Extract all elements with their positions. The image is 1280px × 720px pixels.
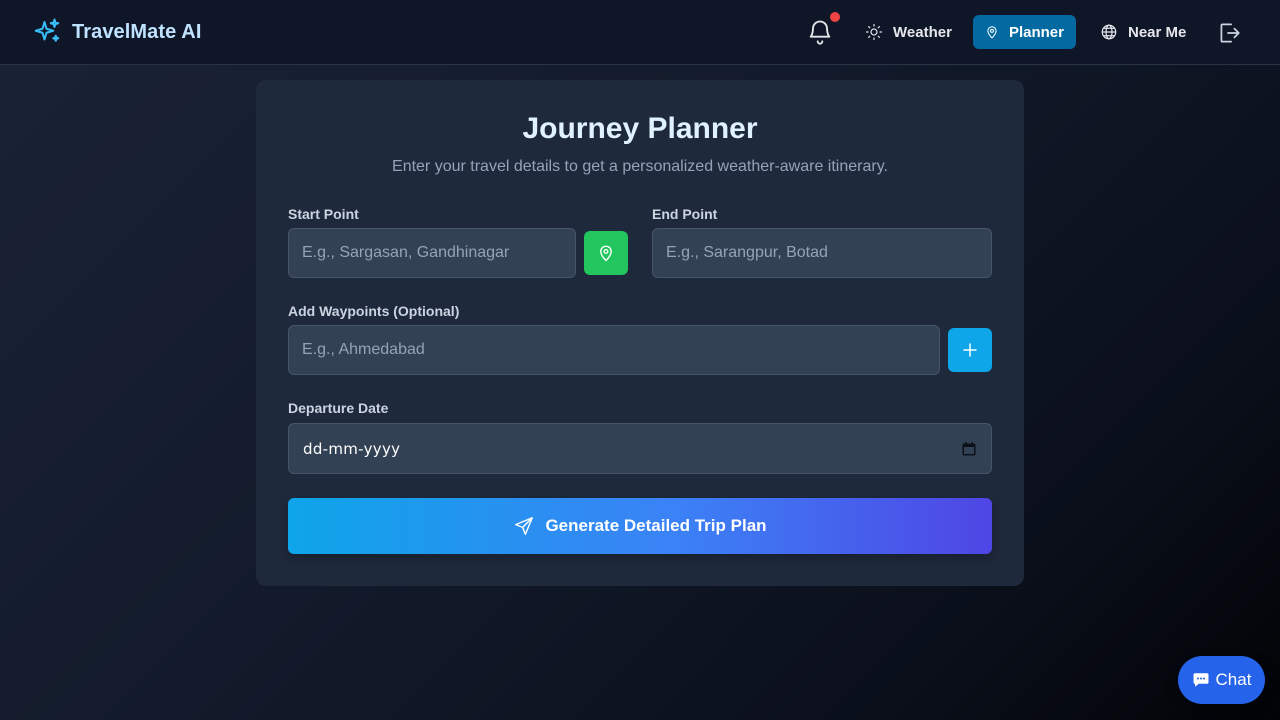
page-subtitle: Enter your travel details to get a perso…	[392, 158, 888, 175]
generate-trip-plan-label: Generate Detailed Trip Plan	[545, 516, 767, 535]
use-current-location-button[interactable]	[584, 231, 628, 275]
waypoints-input[interactable]	[288, 325, 940, 375]
nav-near-me-label: Near Me	[1128, 23, 1187, 41]
departure-date-value: dd-mm-yyyy	[303, 439, 401, 458]
add-waypoint-button[interactable]	[948, 328, 992, 372]
top-navbar: TravelMate AI Weather Planner Near Me	[0, 0, 1280, 65]
logout-icon[interactable]	[1216, 20, 1242, 46]
map-pin-icon	[600, 245, 612, 262]
nav-near-me[interactable]: Near Me	[1088, 15, 1198, 49]
waypoints-label: Add Waypoints (Optional)	[288, 303, 460, 319]
departure-date-input[interactable]: dd-mm-yyyy	[288, 423, 992, 474]
sun-icon	[865, 23, 883, 41]
journey-planner-card: Journey Planner Enter your travel detail…	[256, 80, 1024, 586]
chat-bubble-icon	[1193, 673, 1209, 687]
nav-weather[interactable]: Weather	[853, 15, 964, 49]
calendar-icon[interactable]	[961, 441, 977, 457]
bell-icon[interactable]	[806, 18, 834, 46]
start-point-input[interactable]	[288, 228, 576, 278]
notification-dot	[830, 12, 840, 22]
nav-weather-label: Weather	[893, 23, 952, 41]
plus-icon	[963, 343, 977, 357]
chat-button[interactable]: Chat	[1178, 656, 1265, 704]
nav-planner[interactable]: Planner	[973, 15, 1076, 49]
end-point-input[interactable]	[652, 228, 992, 278]
brand-name: TravelMate AI	[72, 20, 202, 43]
end-point-label: End Point	[652, 206, 718, 222]
page-title: Journey Planner	[522, 112, 758, 145]
departure-date-label: Departure Date	[288, 400, 389, 416]
chat-label: Chat	[1215, 670, 1252, 689]
start-point-label: Start Point	[288, 206, 359, 222]
send-icon	[515, 517, 534, 535]
globe-icon	[1101, 24, 1117, 40]
brand-logo[interactable]: TravelMate AI	[32, 16, 202, 48]
nav-planner-label: Planner	[1008, 23, 1064, 41]
map-pin-icon	[987, 26, 997, 39]
sparkles-icon	[34, 18, 60, 42]
generate-trip-plan-button[interactable]: Generate Detailed Trip Plan	[288, 498, 992, 554]
